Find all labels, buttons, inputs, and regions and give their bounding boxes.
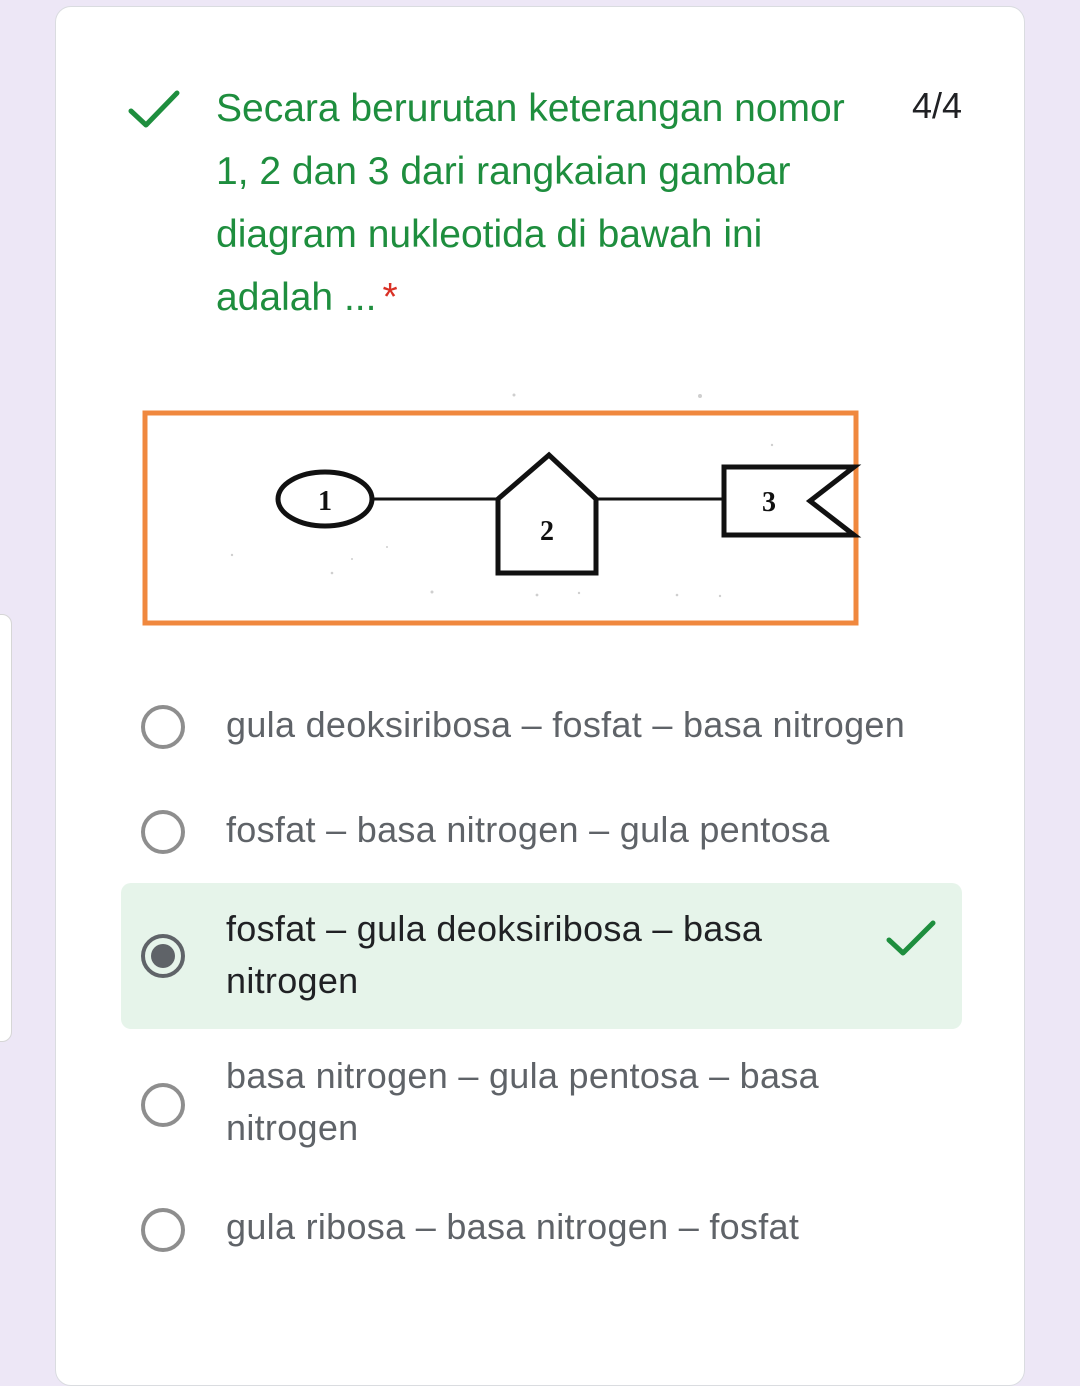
answer-option[interactable]: basa nitrogen – gula pentosa – basa nitr… xyxy=(121,1050,962,1160)
answer-option[interactable]: gula deoksiribosa – fosfat – basa nitrog… xyxy=(121,697,962,757)
radio-button[interactable] xyxy=(141,810,185,854)
question-text: Secara berurutan keterangan nomor 1, 2 d… xyxy=(216,87,845,319)
option-label: gula ribosa – basa nitrogen – fosfat xyxy=(226,1206,800,1247)
answer-option[interactable]: gula ribosa – basa nitrogen – fosfat xyxy=(121,1199,962,1259)
diagram-label-3: 3 xyxy=(762,487,776,518)
option-label: fosfat – basa nitrogen – gula pentosa xyxy=(226,809,830,850)
score-label: 4/4 xyxy=(911,85,962,126)
option-label: gula deoksiribosa – fosfat – basa nitrog… xyxy=(226,704,906,745)
diagram-label-1: 1 xyxy=(318,486,332,517)
radio-button[interactable] xyxy=(141,1208,185,1252)
side-panel-tab[interactable] xyxy=(0,614,12,1042)
radio-button[interactable] xyxy=(141,705,185,749)
correct-check-icon xyxy=(886,920,936,956)
check-icon xyxy=(128,90,180,128)
answer-option-selected[interactable]: fosfat – gula deoksiribosa – basa nitrog… xyxy=(121,883,962,1029)
radio-button[interactable] xyxy=(141,1083,185,1127)
question-card: Secara berurutan keterangan nomor 1, 2 d… xyxy=(55,6,1025,1386)
question-title: Secara berurutan keterangan nomor 1, 2 d… xyxy=(216,77,856,329)
option-label: basa nitrogen – gula pentosa – basa nitr… xyxy=(226,1055,819,1148)
nucleotide-diagram-image: 1 2 3 xyxy=(142,393,862,626)
option-label: fosfat – gula deoksiribosa – basa nitrog… xyxy=(226,908,763,1001)
diagram-label-2: 2 xyxy=(540,516,554,547)
required-asterisk: * xyxy=(382,276,398,319)
radio-button-checked[interactable] xyxy=(141,934,185,978)
answer-option[interactable]: fosfat – basa nitrogen – gula pentosa xyxy=(121,802,962,862)
